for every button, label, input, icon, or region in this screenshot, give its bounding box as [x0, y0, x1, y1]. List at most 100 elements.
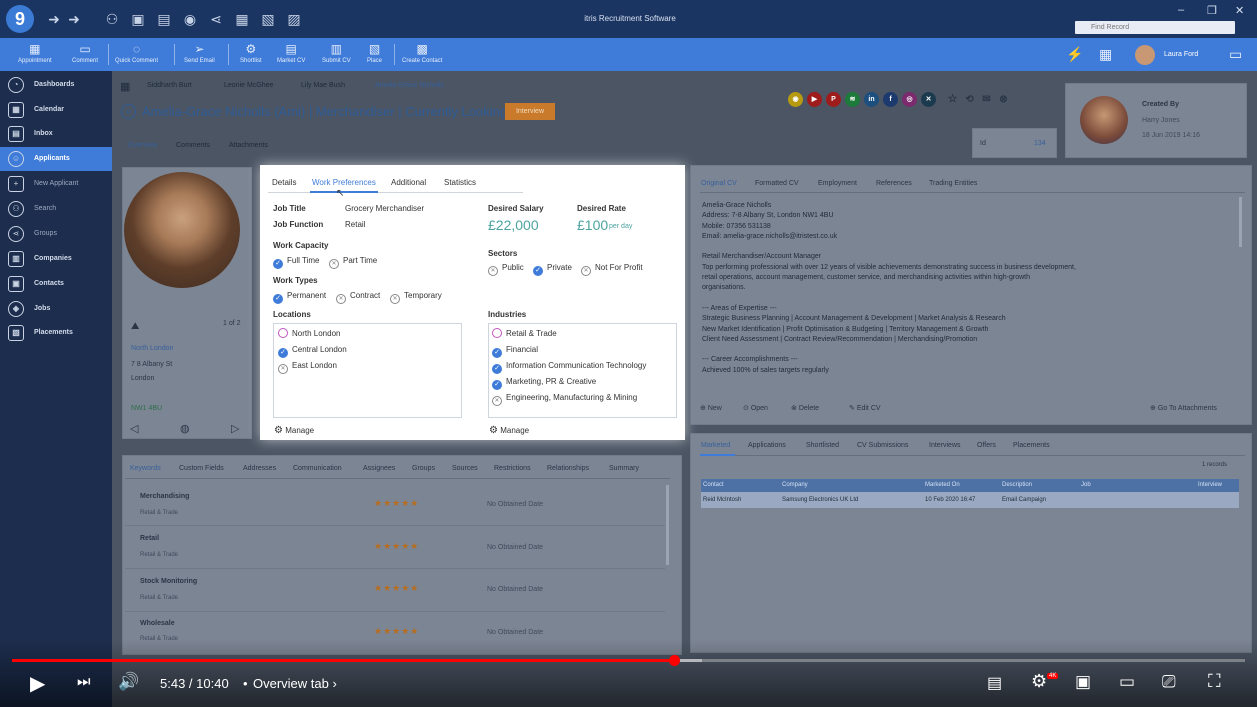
location-north-london[interactable]: North London	[278, 328, 340, 338]
linkedin-icon[interactable]: in	[864, 92, 879, 107]
recent-tab-lily[interactable]: Lily Mae Bush	[301, 82, 345, 89]
tab-comments[interactable]: Comments	[176, 142, 210, 149]
industry-ict[interactable]: ✓ Information Communication Technology	[492, 361, 646, 374]
sidebar-item-inbox[interactable]: ▤ Inbox	[0, 122, 112, 146]
tab-additional[interactable]: Additional	[391, 178, 426, 187]
sidebar-item-contacts[interactable]: ▣ Contacts	[0, 272, 112, 296]
sidebar-item-placements[interactable]: ▧ Placements	[0, 321, 112, 345]
col-interview[interactable]: Interview	[1198, 482, 1222, 488]
export-icon[interactable]: ▨	[286, 11, 302, 27]
contract-checkbox[interactable]: ✕ Contract	[336, 291, 380, 304]
youtube-icon[interactable]: ▶	[807, 92, 822, 107]
tab-original-cv[interactable]: Original CV	[701, 180, 737, 187]
miniplayer-icon[interactable]: ▣	[1075, 672, 1091, 692]
tab-assignees[interactable]: Assignees	[363, 465, 395, 472]
full-time-checkbox[interactable]: ✓ Full Time	[273, 256, 319, 269]
tab-references[interactable]: References	[876, 180, 912, 187]
star-icon[interactable]: ☆	[945, 92, 960, 107]
calendar-add-icon[interactable]: ▣	[130, 11, 146, 27]
keyword-rating-stars[interactable]: ★★★★★	[374, 541, 419, 552]
quick-comment-button[interactable]: ◌ Quick Comment	[115, 42, 158, 64]
prev-icon[interactable]: ◁	[130, 422, 138, 435]
market-cv-button[interactable]: ▤ Market CV	[277, 42, 305, 64]
tab-shortlisted[interactable]: Shortlisted	[806, 442, 839, 449]
database-icon[interactable]: ◉	[182, 11, 198, 27]
appointment-button[interactable]: ▦ Appointment	[18, 42, 52, 64]
comment-button[interactable]: ▭ Comment	[72, 42, 98, 64]
user-avatar[interactable]	[1135, 45, 1155, 65]
comment-icon[interactable]: ▤	[156, 11, 172, 27]
tab-placements[interactable]: Placements	[1013, 442, 1050, 449]
spotify-icon[interactable]: ≋	[845, 92, 860, 107]
tab-trading-entities[interactable]: Trading Entities	[929, 180, 977, 187]
next-video-icon[interactable]: ⏭	[77, 673, 91, 690]
go-to-attachments-button[interactable]: ⊕ Go To Attachments	[1150, 404, 1217, 412]
tab-custom-fields[interactable]: Custom Fields	[179, 465, 224, 472]
col-job[interactable]: Job	[1081, 482, 1091, 488]
keyword-rating-stars[interactable]: ★★★★★	[374, 583, 419, 594]
tab-cv-submissions[interactable]: CV Submissions	[857, 442, 908, 449]
find-record-input[interactable]: Find Record	[1075, 21, 1235, 34]
manage-industries-button[interactable]: ⚙ Manage	[489, 425, 529, 436]
sidebar-item-companies[interactable]: ▥ Companies	[0, 247, 112, 271]
tab-relationships[interactable]: Relationships	[547, 465, 589, 472]
globe-icon[interactable]: ◍	[180, 422, 190, 435]
industry-engineering[interactable]: ✕ Engineering, Manufacturing & Mining	[492, 393, 637, 406]
create-contact-button[interactable]: ▩ Create Contact	[402, 42, 442, 64]
temporary-checkbox[interactable]: ✕ Temporary	[390, 291, 442, 304]
tab-details[interactable]: Details	[272, 178, 296, 187]
sidebar-item-calendar[interactable]: ▦ Calendar	[0, 98, 112, 122]
col-contact[interactable]: Contact	[703, 482, 724, 488]
recent-tab-siddharth[interactable]: Siddharth Burt	[147, 82, 192, 89]
instagram-icon[interactable]: ◎	[902, 92, 917, 107]
sidebar-item-jobs[interactable]: ◈ Jobs	[0, 297, 112, 321]
sidebar-item-new-applicant[interactable]: + New Applicant	[0, 172, 112, 196]
tab-keywords[interactable]: Keywords	[130, 465, 161, 472]
back-arrow-icon[interactable]: ➜	[46, 11, 62, 27]
tab-restrictions[interactable]: Restrictions	[494, 465, 531, 472]
refresh-icon[interactable]: ⟲	[962, 92, 977, 107]
cv-open-button[interactable]: ⊙ Open	[743, 404, 768, 412]
recent-grid-icon[interactable]: ▦	[120, 80, 130, 93]
grid-icon[interactable]: ▦	[1099, 46, 1112, 63]
progress-scrubber[interactable]	[669, 655, 680, 666]
sidebar-item-applicants[interactable]: ☺ Applicants	[0, 147, 112, 171]
address-area[interactable]: North London	[131, 345, 173, 352]
public-checkbox[interactable]: ✕ Public	[488, 263, 524, 276]
close-icon[interactable]: ✕	[1235, 4, 1244, 17]
restore-icon[interactable]: ❐	[1207, 4, 1217, 17]
tab-summary[interactable]: Summary	[609, 465, 639, 472]
cv-scrollbar[interactable]	[1239, 197, 1242, 247]
col-marketed-on[interactable]: Marketed On	[925, 482, 960, 488]
keyword-rating-stars[interactable]: ★★★★★	[374, 498, 419, 509]
app-logo[interactable]: 9	[6, 5, 34, 33]
recent-tab-leonie[interactable]: Leonie McGhee	[224, 82, 273, 89]
theater-mode-icon[interactable]: ▭	[1119, 672, 1135, 692]
place-button[interactable]: ▧ Place	[367, 42, 382, 64]
industry-marketing[interactable]: ✓ Marketing, PR & Creative	[492, 377, 596, 390]
xing-icon[interactable]: ✕	[921, 92, 936, 107]
volume-icon[interactable]: 🔊	[118, 672, 139, 692]
tab-interviews[interactable]: Interviews	[929, 442, 961, 449]
tab-overview[interactable]: Overview	[128, 142, 157, 149]
tab-work-preferences[interactable]: Work Preferences	[312, 178, 376, 187]
industry-retail-trade[interactable]: Retail & Trade	[492, 328, 557, 338]
shortlist-button[interactable]: ⚙ Shortlist	[240, 42, 262, 64]
sidebar-item-groups[interactable]: ⋖ Groups	[0, 222, 112, 246]
message-icon[interactable]: ▦	[234, 11, 250, 27]
private-checkbox[interactable]: ✓ Private	[533, 263, 572, 276]
settings-icon[interactable]: ⚙	[1031, 671, 1047, 692]
binoculars-icon[interactable]: ⚇	[104, 11, 120, 27]
snapchat-icon[interactable]: ◉	[788, 92, 803, 107]
sidebar-item-search[interactable]: ⚇ Search	[0, 197, 112, 221]
chapter-title[interactable]: Overview tab ›	[253, 676, 337, 691]
status-badge[interactable]: Interview	[505, 103, 555, 120]
plug-icon[interactable]: ⚡	[1066, 46, 1083, 63]
tab-groups[interactable]: Groups	[412, 465, 435, 472]
fullscreen-icon[interactable]: ⛶	[1208, 671, 1221, 692]
tab-communication[interactable]: Communication	[293, 465, 342, 472]
permanent-checkbox[interactable]: ✓ Permanent	[273, 291, 326, 304]
tab-statistics[interactable]: Statistics	[444, 178, 476, 187]
col-company[interactable]: Company	[782, 482, 808, 488]
user-name[interactable]: Laura Ford	[1164, 51, 1198, 58]
